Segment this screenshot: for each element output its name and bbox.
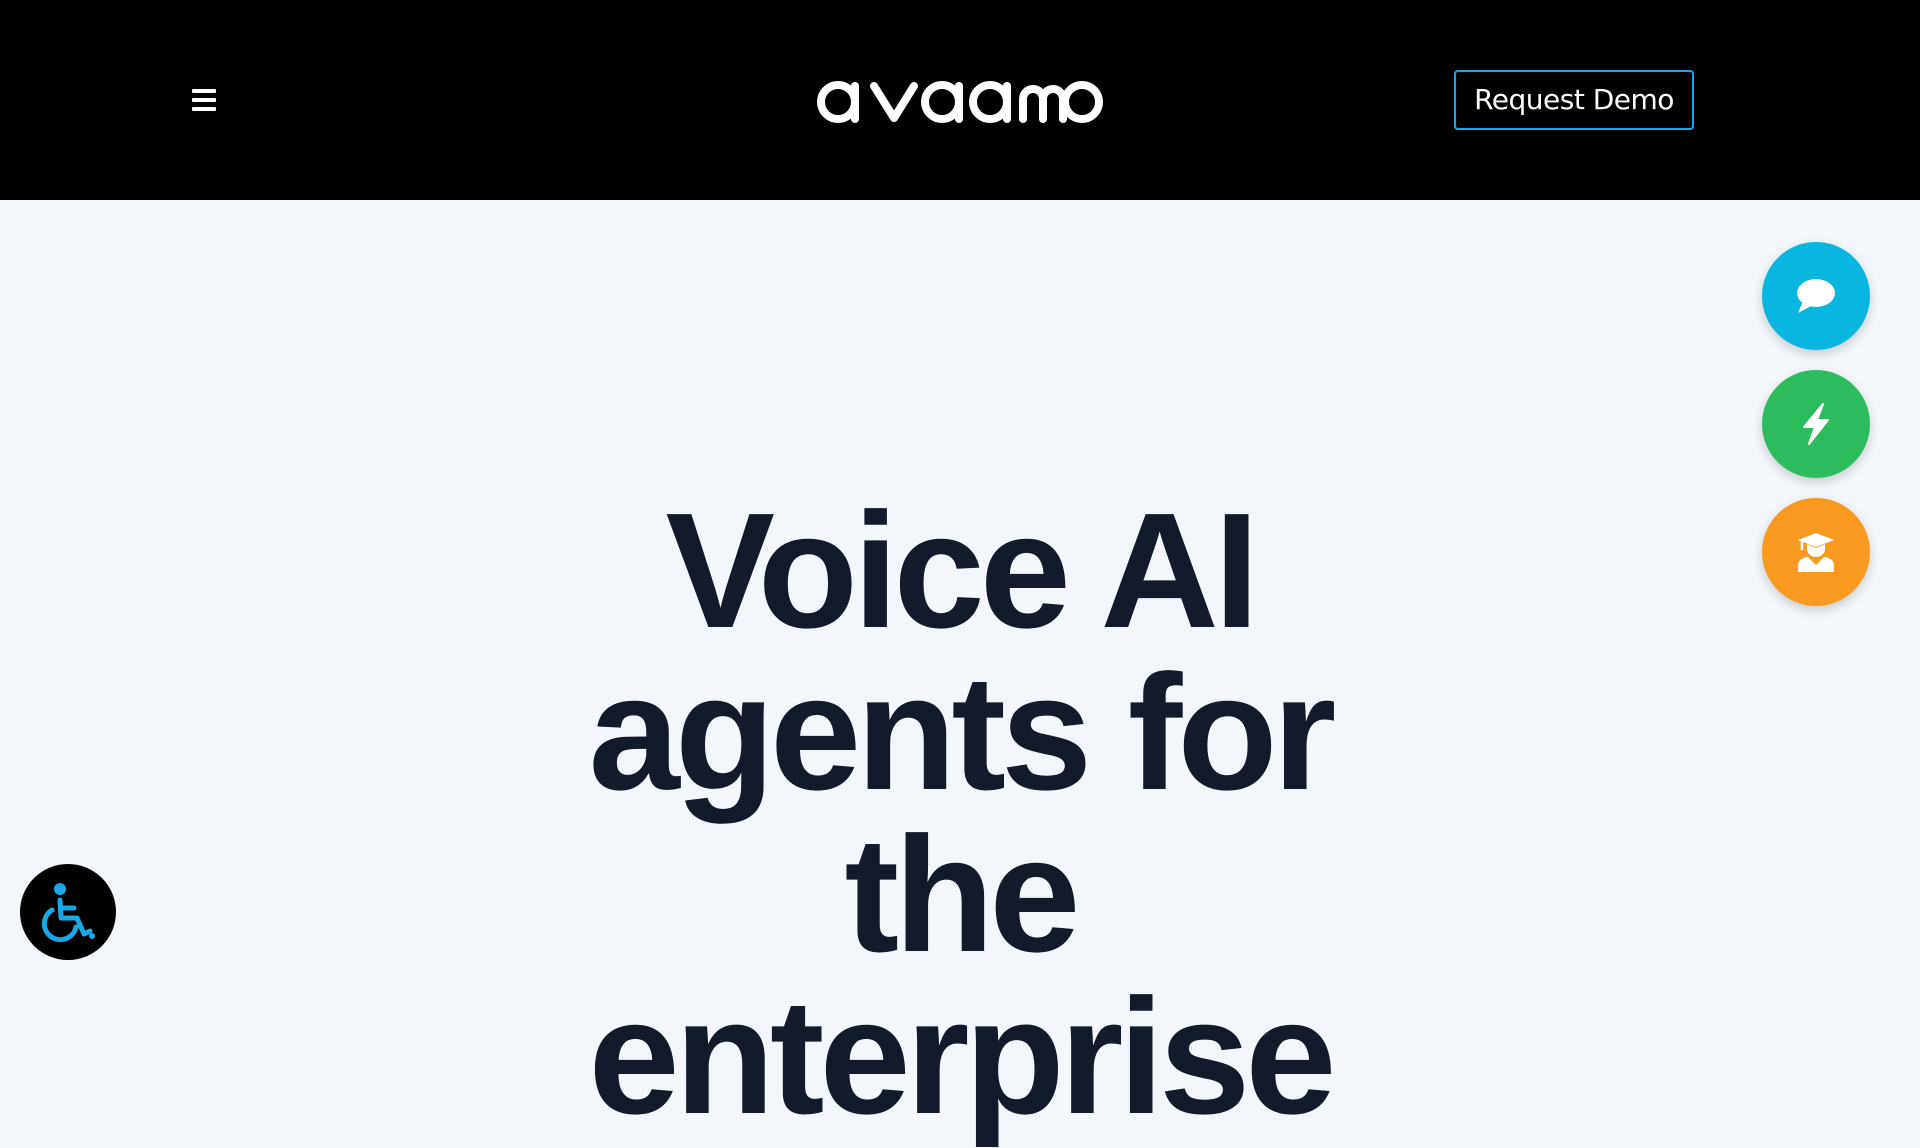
graduate-icon	[1798, 533, 1834, 572]
chat-button[interactable]	[1762, 242, 1870, 350]
learning-button[interactable]	[1762, 498, 1870, 606]
wheelchair-accessibility-icon	[41, 883, 95, 943]
request-demo-button[interactable]: Request Demo	[1454, 70, 1694, 130]
hamburger-menu-icon[interactable]	[188, 86, 220, 114]
top-navigation-bar: Request Demo	[0, 0, 1920, 200]
hero-title: Voice AI agents for the enterprise	[588, 479, 1336, 1148]
lightning-bolt-icon	[1803, 403, 1829, 445]
quick-action-button[interactable]	[1762, 370, 1870, 478]
avaamo-logo[interactable]	[816, 72, 1104, 128]
accessibility-button[interactable]	[20, 864, 116, 960]
chat-bubble-icon	[1797, 279, 1835, 313]
